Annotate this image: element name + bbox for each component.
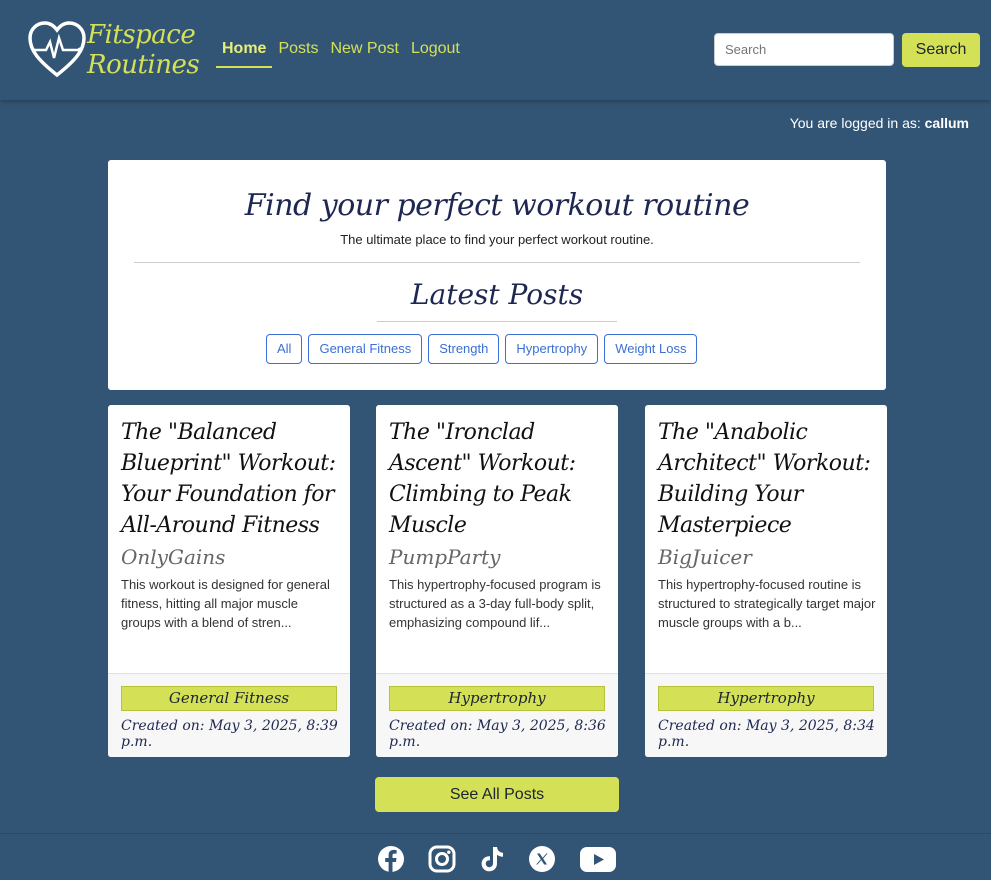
logged-in-username: callum xyxy=(924,115,969,131)
post-card[interactable]: The "Anabolic Architect" Workout: Buildi… xyxy=(645,405,887,757)
youtube-icon[interactable] xyxy=(579,845,617,873)
see-all-posts-button[interactable]: See All Posts xyxy=(375,777,619,812)
nav-home[interactable]: Home xyxy=(216,38,273,68)
hero-panel: Find your perfect workout routine The ul… xyxy=(108,160,886,390)
post-author: BigJuicer xyxy=(658,545,752,569)
post-card-body: The "Ironclad Ascent" Workout: Climbing … xyxy=(389,417,607,632)
nav-links: Home Posts New Post Logout xyxy=(216,38,466,68)
post-category-tag: Hypertrophy xyxy=(658,686,874,711)
post-card[interactable]: The "Ironclad Ascent" Workout: Climbing … xyxy=(376,405,618,757)
hero-title: Find your perfect workout routine xyxy=(244,188,750,223)
logged-in-status: You are logged in as: callum xyxy=(790,115,969,131)
filter-strength[interactable]: Strength xyxy=(428,334,500,364)
facebook-icon[interactable] xyxy=(377,845,405,873)
tiktok-icon[interactable] xyxy=(478,845,506,873)
post-category-tag: Hypertrophy xyxy=(389,686,605,711)
post-created-date: Created on: May 3, 2025, 8:34 p.m. xyxy=(658,718,875,750)
post-excerpt: This workout is designed for general fit… xyxy=(121,577,330,630)
post-card-footer: Hypertrophy Created on: May 3, 2025, 8:3… xyxy=(645,673,887,757)
category-filters: All General Fitness Strength Hypertrophy… xyxy=(266,334,698,364)
navbar: Fitspace Routines Home Posts New Post Lo… xyxy=(0,0,991,100)
instagram-icon[interactable] xyxy=(428,845,456,873)
filter-general-fitness[interactable]: General Fitness xyxy=(308,334,423,364)
post-card-body: The "Balanced Blueprint" Workout: Your F… xyxy=(121,417,339,632)
post-excerpt: This hypertrophy-focused routine is stru… xyxy=(658,577,876,630)
latest-posts-heading: Latest Posts xyxy=(410,278,584,311)
filter-weight-loss[interactable]: Weight Loss xyxy=(604,334,698,364)
post-category-tag: General Fitness xyxy=(121,686,337,711)
search-button[interactable]: Search xyxy=(902,33,980,67)
post-created-date: Created on: May 3, 2025, 8:39 p.m. xyxy=(121,718,338,750)
search-input[interactable] xyxy=(714,33,894,66)
brand-line2: Routines xyxy=(87,50,200,80)
post-card-footer: Hypertrophy Created on: May 3, 2025, 8:3… xyxy=(376,673,618,757)
filter-all[interactable]: All xyxy=(266,334,303,364)
brand-text: Fitspace Routines xyxy=(87,20,200,80)
post-card-footer: General Fitness Created on: May 3, 2025,… xyxy=(108,673,350,757)
post-author: OnlyGains xyxy=(121,545,226,569)
logged-in-prefix: You are logged in as: xyxy=(789,115,921,131)
brand-line1: Fitspace xyxy=(87,20,196,50)
hero-divider xyxy=(134,262,860,263)
hero-subtitle: The ultimate place to find your perfect … xyxy=(340,232,654,247)
nav-logout[interactable]: Logout xyxy=(405,38,466,68)
brand-logo[interactable]: Fitspace Routines xyxy=(28,20,200,82)
post-card[interactable]: The "Balanced Blueprint" Workout: Your F… xyxy=(108,405,350,757)
latest-posts-underline xyxy=(377,321,617,322)
filter-hypertrophy[interactable]: Hypertrophy xyxy=(505,334,599,364)
post-title[interactable]: The "Ironclad Ascent" Workout: Climbing … xyxy=(389,417,607,541)
post-author: PumpParty xyxy=(389,545,501,569)
post-title[interactable]: The "Balanced Blueprint" Workout: Your F… xyxy=(121,417,339,541)
post-card-body: The "Anabolic Architect" Workout: Buildi… xyxy=(658,417,876,632)
heart-pulse-icon xyxy=(28,21,86,78)
nav-posts[interactable]: Posts xyxy=(272,38,324,68)
post-excerpt: This hypertrophy-focused program is stru… xyxy=(389,577,601,630)
x-icon[interactable] xyxy=(528,845,556,873)
nav-new-post[interactable]: New Post xyxy=(324,38,404,68)
footer-divider xyxy=(0,833,991,834)
post-title[interactable]: The "Anabolic Architect" Workout: Buildi… xyxy=(658,417,876,541)
post-created-date: Created on: May 3, 2025, 8:36 p.m. xyxy=(389,718,606,750)
